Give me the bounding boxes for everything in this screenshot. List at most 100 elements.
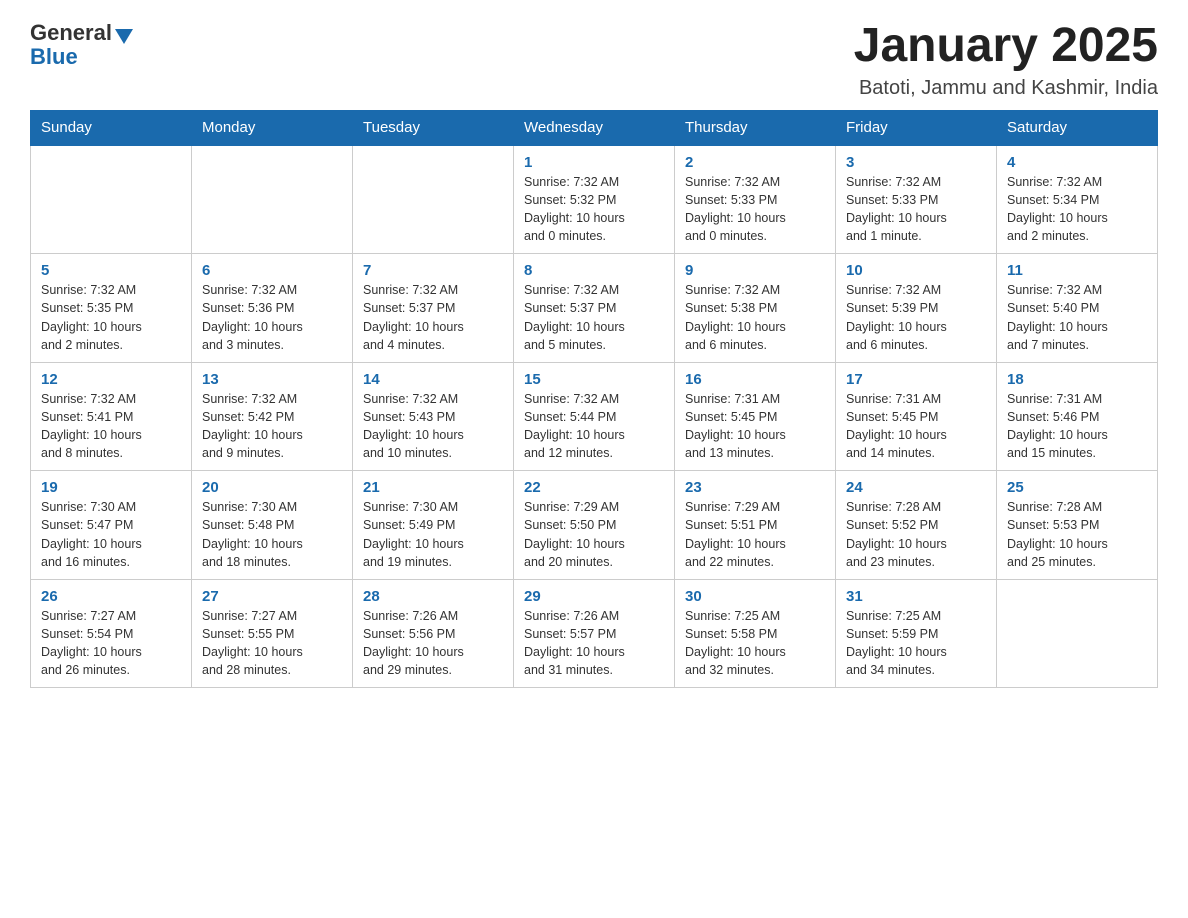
day-of-week-tuesday: Tuesday bbox=[353, 110, 514, 145]
day-info: Sunrise: 7:29 AMSunset: 5:50 PMDaylight:… bbox=[524, 498, 664, 571]
day-number: 29 bbox=[524, 588, 664, 605]
day-number: 16 bbox=[685, 371, 825, 388]
logo: General Blue bbox=[30, 20, 133, 68]
day-of-week-friday: Friday bbox=[836, 110, 997, 145]
calendar-week-3: 12 Sunrise: 7:32 AMSunset: 5:41 PMDayligh… bbox=[31, 362, 1158, 471]
day-number: 17 bbox=[846, 371, 986, 388]
calendar-cell: 1 Sunrise: 7:32 AMSunset: 5:32 PMDaylight… bbox=[514, 145, 675, 254]
page-header: General Blue January 2025 Batoti, Jammu … bbox=[30, 20, 1158, 100]
day-info: Sunrise: 7:28 AMSunset: 5:53 PMDaylight:… bbox=[1007, 498, 1147, 571]
calendar-cell: 20Sunrise: 7:30 AMSunset: 5:48 PMDayligh… bbox=[192, 471, 353, 580]
calendar-cell: 27 Sunrise: 7:27 AMSunset: 5:55 PMDayligh… bbox=[192, 579, 353, 688]
calendar-cell: 24Sunrise: 7:28 AMSunset: 5:52 PMDayligh… bbox=[836, 471, 997, 580]
day-number: 30 bbox=[685, 588, 825, 605]
day-number: 12 bbox=[41, 371, 181, 388]
day-number: 14 bbox=[363, 371, 503, 388]
month-title: January 2025 bbox=[854, 20, 1158, 73]
calendar-body: 1 Sunrise: 7:32 AMSunset: 5:32 PMDaylight… bbox=[31, 145, 1158, 688]
day-info: Sunrise: 7:32 AMSunset: 5:37 PMDaylight:… bbox=[363, 281, 503, 354]
calendar-cell: 29 Sunrise: 7:26 AMSunset: 5:57 PMDayligh… bbox=[514, 579, 675, 688]
calendar-cell: 4 Sunrise: 7:32 AMSunset: 5:34 PMDaylight… bbox=[997, 145, 1158, 254]
day-number: 2 bbox=[685, 154, 825, 171]
calendar-cell: 5Sunrise: 7:32 AMSunset: 5:35 PMDaylight… bbox=[31, 254, 192, 363]
calendar-cell: 19 Sunrise: 7:30 AMSunset: 5:47 PMDayligh… bbox=[31, 471, 192, 580]
calendar-cell: 25 Sunrise: 7:28 AMSunset: 5:53 PMDayligh… bbox=[997, 471, 1158, 580]
day-number: 27 bbox=[202, 588, 342, 605]
calendar-cell bbox=[31, 145, 192, 254]
day-info: Sunrise: 7:32 AMSunset: 5:38 PMDaylight:… bbox=[685, 281, 825, 354]
day-number: 22 bbox=[524, 479, 664, 496]
day-of-week-thursday: Thursday bbox=[675, 110, 836, 145]
day-number: 9 bbox=[685, 262, 825, 279]
day-number: 26 bbox=[41, 588, 181, 605]
day-number: 31 bbox=[846, 588, 986, 605]
calendar-table: SundayMondayTuesdayWednesdayThursdayFrid… bbox=[30, 110, 1158, 689]
calendar-cell: 17Sunrise: 7:31 AMSunset: 5:45 PMDayligh… bbox=[836, 362, 997, 471]
calendar-cell: 11 Sunrise: 7:32 AMSunset: 5:40 PMDayligh… bbox=[997, 254, 1158, 363]
day-info: Sunrise: 7:29 AMSunset: 5:51 PMDaylight:… bbox=[685, 498, 825, 571]
calendar-cell: 15Sunrise: 7:32 AMSunset: 5:44 PMDayligh… bbox=[514, 362, 675, 471]
calendar-cell: 21Sunrise: 7:30 AMSunset: 5:49 PMDayligh… bbox=[353, 471, 514, 580]
day-number: 28 bbox=[363, 588, 503, 605]
calendar-cell: 14 Sunrise: 7:32 AMSunset: 5:43 PMDayligh… bbox=[353, 362, 514, 471]
calendar-cell: 26Sunrise: 7:27 AMSunset: 5:54 PMDayligh… bbox=[31, 579, 192, 688]
day-info: Sunrise: 7:32 AMSunset: 5:39 PMDaylight:… bbox=[846, 281, 986, 354]
day-info: Sunrise: 7:32 AMSunset: 5:40 PMDaylight:… bbox=[1007, 281, 1147, 354]
day-number: 3 bbox=[846, 154, 986, 171]
day-of-week-monday: Monday bbox=[192, 110, 353, 145]
day-info: Sunrise: 7:32 AMSunset: 5:44 PMDaylight:… bbox=[524, 390, 664, 463]
day-info: Sunrise: 7:32 AMSunset: 5:37 PMDaylight:… bbox=[524, 281, 664, 354]
day-number: 23 bbox=[685, 479, 825, 496]
day-number: 25 bbox=[1007, 479, 1147, 496]
calendar-week-1: 1 Sunrise: 7:32 AMSunset: 5:32 PMDaylight… bbox=[31, 145, 1158, 254]
days-of-week-row: SundayMondayTuesdayWednesdayThursdayFrid… bbox=[31, 110, 1158, 145]
day-number: 10 bbox=[846, 262, 986, 279]
logo-triangle-icon bbox=[115, 29, 133, 44]
day-number: 24 bbox=[846, 479, 986, 496]
day-number: 4 bbox=[1007, 154, 1147, 171]
day-info: Sunrise: 7:30 AMSunset: 5:49 PMDaylight:… bbox=[363, 498, 503, 571]
day-info: Sunrise: 7:26 AMSunset: 5:57 PMDaylight:… bbox=[524, 607, 664, 680]
day-of-week-wednesday: Wednesday bbox=[514, 110, 675, 145]
calendar-cell: 8 Sunrise: 7:32 AMSunset: 5:37 PMDaylight… bbox=[514, 254, 675, 363]
day-number: 8 bbox=[524, 262, 664, 279]
calendar-cell bbox=[192, 145, 353, 254]
calendar-cell: 28 Sunrise: 7:26 AMSunset: 5:56 PMDayligh… bbox=[353, 579, 514, 688]
day-info: Sunrise: 7:32 AMSunset: 5:43 PMDaylight:… bbox=[363, 390, 503, 463]
calendar-cell: 31Sunrise: 7:25 AMSunset: 5:59 PMDayligh… bbox=[836, 579, 997, 688]
day-info: Sunrise: 7:32 AMSunset: 5:41 PMDaylight:… bbox=[41, 390, 181, 463]
calendar-cell: 12 Sunrise: 7:32 AMSunset: 5:41 PMDayligh… bbox=[31, 362, 192, 471]
day-number: 1 bbox=[524, 154, 664, 171]
calendar-cell bbox=[997, 579, 1158, 688]
calendar-week-5: 26Sunrise: 7:27 AMSunset: 5:54 PMDayligh… bbox=[31, 579, 1158, 688]
calendar-cell: 23 Sunrise: 7:29 AMSunset: 5:51 PMDayligh… bbox=[675, 471, 836, 580]
calendar-cell bbox=[353, 145, 514, 254]
day-info: Sunrise: 7:25 AMSunset: 5:58 PMDaylight:… bbox=[685, 607, 825, 680]
logo-general-text: General bbox=[30, 20, 112, 46]
calendar-cell: 7Sunrise: 7:32 AMSunset: 5:37 PMDaylight… bbox=[353, 254, 514, 363]
day-info: Sunrise: 7:32 AMSunset: 5:33 PMDaylight:… bbox=[846, 173, 986, 246]
calendar-cell: 30 Sunrise: 7:25 AMSunset: 5:58 PMDayligh… bbox=[675, 579, 836, 688]
day-info: Sunrise: 7:32 AMSunset: 5:42 PMDaylight:… bbox=[202, 390, 342, 463]
day-info: Sunrise: 7:31 AMSunset: 5:46 PMDaylight:… bbox=[1007, 390, 1147, 463]
calendar-cell: 13Sunrise: 7:32 AMSunset: 5:42 PMDayligh… bbox=[192, 362, 353, 471]
title-section: January 2025 Batoti, Jammu and Kashmir, … bbox=[854, 20, 1158, 100]
day-of-week-sunday: Sunday bbox=[31, 110, 192, 145]
day-info: Sunrise: 7:30 AMSunset: 5:48 PMDaylight:… bbox=[202, 498, 342, 571]
day-info: Sunrise: 7:31 AMSunset: 5:45 PMDaylight:… bbox=[685, 390, 825, 463]
calendar-cell: 22 Sunrise: 7:29 AMSunset: 5:50 PMDayligh… bbox=[514, 471, 675, 580]
day-of-week-saturday: Saturday bbox=[997, 110, 1158, 145]
calendar-cell: 16 Sunrise: 7:31 AMSunset: 5:45 PMDayligh… bbox=[675, 362, 836, 471]
calendar-week-4: 19 Sunrise: 7:30 AMSunset: 5:47 PMDayligh… bbox=[31, 471, 1158, 580]
day-number: 19 bbox=[41, 479, 181, 496]
day-info: Sunrise: 7:27 AMSunset: 5:55 PMDaylight:… bbox=[202, 607, 342, 680]
day-info: Sunrise: 7:26 AMSunset: 5:56 PMDaylight:… bbox=[363, 607, 503, 680]
day-info: Sunrise: 7:32 AMSunset: 5:34 PMDaylight:… bbox=[1007, 173, 1147, 246]
day-number: 11 bbox=[1007, 262, 1147, 279]
calendar-header: SundayMondayTuesdayWednesdayThursdayFrid… bbox=[31, 110, 1158, 145]
day-info: Sunrise: 7:32 AMSunset: 5:32 PMDaylight:… bbox=[524, 173, 664, 246]
calendar-cell: 9 Sunrise: 7:32 AMSunset: 5:38 PMDaylight… bbox=[675, 254, 836, 363]
calendar-cell: 18Sunrise: 7:31 AMSunset: 5:46 PMDayligh… bbox=[997, 362, 1158, 471]
location-title: Batoti, Jammu and Kashmir, India bbox=[854, 77, 1158, 100]
day-info: Sunrise: 7:30 AMSunset: 5:47 PMDaylight:… bbox=[41, 498, 181, 571]
